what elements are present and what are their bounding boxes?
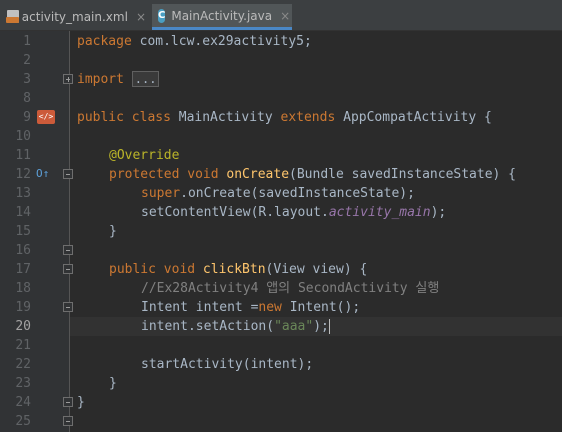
code-line: import ... [77,70,160,89]
line-number: 11 [15,148,31,163]
code-line: } [77,395,85,410]
line-number: 25 [15,414,31,429]
line-number-gutter: 1 2 3 8 9 10 11 12 13 14 15 16 17 18 19 … [0,31,73,432]
code-comment-line: //Ex28Activity4 앱의 SecondActivity 실행 [141,281,440,296]
editor-tab-bar: activity_main.xml × C MainActivity.java … [0,0,562,31]
line-number: 12 [15,167,31,182]
line-number: 2 [23,53,31,68]
activity-run-icon[interactable]: </> [37,110,55,124]
line-number: 21 [15,338,31,353]
tab-activity-main-xml[interactable]: activity_main.xml × [0,4,152,30]
tab-main-activity-java[interactable]: C MainActivity.java × [152,4,292,30]
close-icon[interactable]: × [280,9,290,23]
override-method-icon[interactable]: O↑ [36,167,54,181]
line-number: 18 [15,281,31,296]
line-number: 17 [15,262,31,277]
line-number: 9 [23,110,31,125]
line-number: 13 [15,186,31,201]
line-number: 1 [23,34,31,49]
line-number: 15 [15,224,31,239]
java-class-icon: C [158,8,166,23]
line-number: 16 [15,243,31,258]
line-number: 3 [23,72,31,87]
close-icon[interactable]: × [136,10,146,24]
code-line: package com.lcw.ex29activity5; [77,34,312,49]
line-number: 23 [15,376,31,391]
code-line: } [109,224,117,239]
code-editor[interactable]: package com.lcw.ex29activity5; import ..… [70,31,562,432]
tab-label: activity_main.xml [21,10,128,24]
code-line: super.onCreate(savedInstanceState); [141,186,415,201]
line-number-current: 20 [15,319,31,334]
line-number: 19 [15,300,31,315]
code-line: public void clickBtn(View view) { [109,262,368,277]
code-line: public class MainActivity extends AppCom… [77,110,492,125]
tab-label: MainActivity.java [171,8,273,23]
code-line: setContentView(R.layout.activity_main); [141,205,447,220]
code-line-current: intent.setAction("aaa"); [141,319,330,334]
code-line: Intent intent =new Intent(); [141,300,361,315]
line-number: 14 [15,205,31,220]
line-number: 22 [15,357,31,372]
line-number: 24 [15,395,31,410]
code-line: @Override [109,148,180,163]
code-line: } [109,376,117,391]
line-number: 10 [15,129,31,144]
folded-imports[interactable]: ... [131,71,160,87]
line-number: 8 [23,91,31,106]
xml-file-icon [6,10,19,24]
code-line: startActivity(intent); [141,357,314,372]
code-line: protected void onCreate(Bundle savedInst… [109,167,517,182]
text-cursor [328,319,330,334]
